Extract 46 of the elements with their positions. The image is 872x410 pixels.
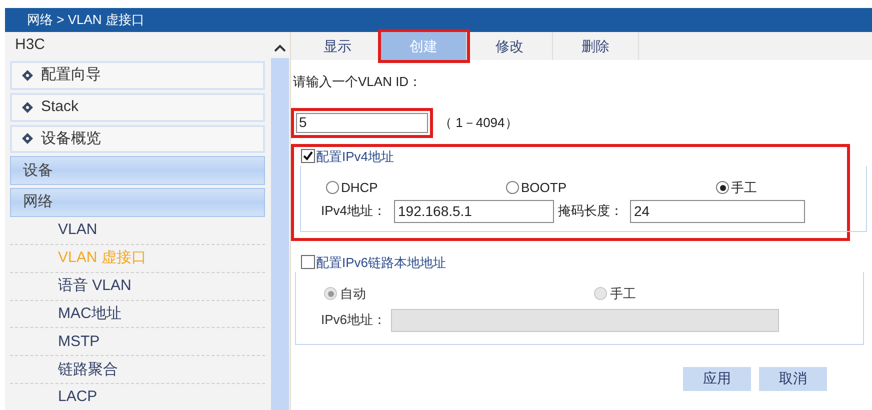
range-hint: （ 1－4094） [439,114,518,132]
radio-button[interactable] [716,181,729,194]
action-button[interactable]: 取消 [759,366,827,390]
ipv6-section-label: 配置IPv6链路本地地址 [316,254,446,272]
brand-label: H3C [14,34,46,55]
breadcrumb-bar: 网络 > VLAN 虚接口 [5,8,872,32]
ipv6-address-label: IPv6地址： [321,311,388,330]
sidebar-section[interactable]: 配置向导 [10,60,265,90]
scroll-up-icon[interactable] [274,44,286,52]
ipv4-section-label: 配置IPv4地址 [316,148,394,166]
ipv4-address-label: IPv4地址： [321,202,388,220]
radio-label: 自动 [340,285,366,303]
mask-length-label: 掩码长度： [558,202,624,220]
vlan-id-field[interactable]: 5 [296,112,428,132]
sidebar-link[interactable]: 链路聚合 [58,358,118,381]
sidebar-link[interactable]: MAC地址 [58,302,122,326]
radio-button[interactable] [594,287,607,300]
sidebar-category[interactable]: 设备 [10,156,265,186]
ipv4-address-field[interactable]: 192.168.5.1 [394,200,554,222]
sidebar-link[interactable]: VLAN [58,219,98,242]
diamond-icon [22,102,33,113]
radio-button[interactable] [326,181,339,194]
action-button[interactable]: 应用 [683,366,751,390]
scrollbar-thumb[interactable] [271,58,289,410]
checkbox[interactable] [301,255,315,270]
tab[interactable]: 删除 [553,32,639,60]
radio-label: DHCP [341,179,378,197]
diamond-icon [22,133,33,144]
radio-button[interactable] [506,181,519,194]
radio-label: BOOTP [521,179,567,197]
sidebar-link[interactable]: 语音 VLAN [58,274,132,298]
radio-label: 手工 [731,179,757,197]
scrollbar[interactable] [270,32,290,410]
tab[interactable]: 修改 [467,32,553,60]
sidebar-section[interactable]: 设备概览 [10,124,265,154]
ipv6-address-field[interactable] [391,308,779,332]
radio-label: 手工 [610,285,636,303]
sidebar-section[interactable]: Stack [10,92,265,122]
vlan-prompt: 请输入一个VLAN ID： [293,73,423,91]
sidebar-category[interactable]: 网络 [10,188,265,218]
mask-length-field[interactable]: 24 [630,200,805,222]
radio-button[interactable] [324,287,337,300]
sidebar-link[interactable]: LACP [58,386,98,409]
sidebar-link[interactable]: MSTP [58,330,100,354]
diamond-icon [22,70,33,81]
checkbox[interactable] [301,149,315,164]
